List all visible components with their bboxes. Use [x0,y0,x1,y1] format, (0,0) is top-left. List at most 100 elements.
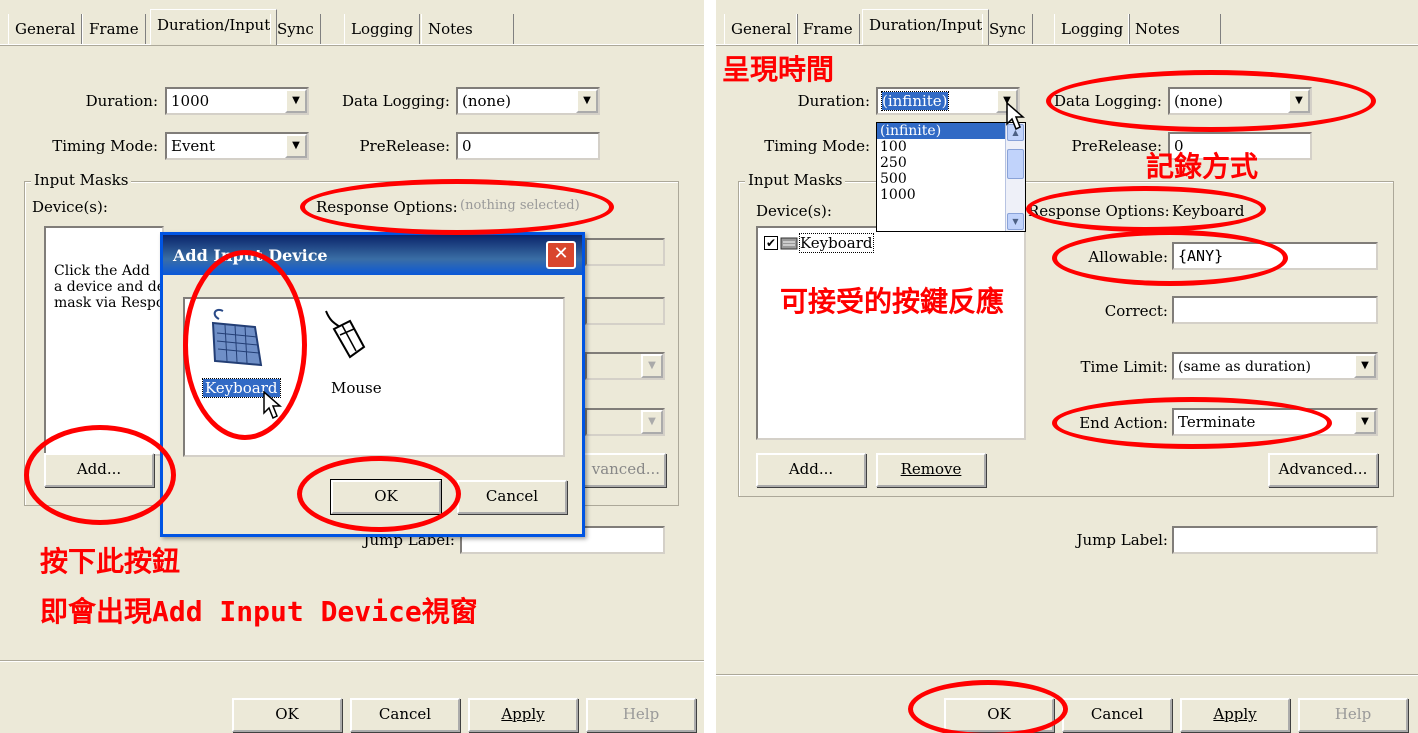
cancel-button[interactable]: Cancel [1062,698,1172,732]
timing-mode-value: Event [171,137,215,155]
response-options-value: (nothing selected) [460,198,580,213]
duration-value: (infinite) [881,91,949,111]
annotation-add-button: 按下此按鈕 [40,545,181,578]
dialog-ok-button[interactable]: OK [330,479,442,515]
duration-label: Duration: [85,92,158,110]
jump-label-input[interactable] [1172,526,1378,554]
keyboard-device-item[interactable]: Keyboard [799,233,874,253]
keyboard-icon[interactable] [205,305,265,379]
end-action-combo: ▼ [585,408,665,436]
response-options-label: Response Options: [1028,202,1170,220]
chevron-down-icon[interactable]: ▼ [1354,354,1376,378]
dialog-title: Add Input Device [173,246,328,265]
mouse-option[interactable]: Mouse [329,379,384,397]
close-icon[interactable]: ✕ [546,241,576,269]
help-button[interactable]: Help [586,698,696,732]
right-properties-panel: General Frame Duration/Input Sync Loggin… [716,0,1418,733]
correct-input[interactable] [1172,296,1378,324]
duration-option[interactable]: 100 [877,139,1025,155]
tab-logging[interactable]: Logging [344,14,421,44]
tab-general[interactable]: General [724,14,799,44]
cancel-button[interactable]: Cancel [350,698,460,732]
chevron-down-icon[interactable]: ▼ [285,89,307,113]
dialog-cancel-button[interactable]: Cancel [457,480,567,514]
keyboard-checkbox[interactable]: ✔ [764,236,778,250]
timing-mode-label: Timing Mode: [764,137,870,155]
annotation-add-dialog: 即會出現Add Input Device視窗 [40,595,478,628]
ok-button[interactable]: OK [232,698,342,732]
left-properties-panel: General Frame Duration/Input Sync Loggin… [0,0,704,733]
end-action-label: End Action: [1079,414,1168,432]
tab-duration-input[interactable]: Duration/Input [150,9,278,45]
duration-label: Duration: [797,92,870,110]
chevron-down-icon: ▼ [641,354,663,378]
duration-option[interactable]: 500 [877,171,1025,187]
time-limit-label: Time Limit: [1080,358,1168,376]
device-list[interactable]: ✔ Keyboard [756,226,1026,440]
tab-duration-input[interactable]: Duration/Input [862,9,990,45]
tab-general[interactable]: General [8,14,83,44]
help-text-1: Click the Add [54,263,150,279]
duration-option[interactable]: 1000 [877,187,1025,203]
data-logging-combo[interactable]: (none) ▼ [1168,87,1312,115]
end-action-value: Terminate [1178,413,1256,431]
help-text-2: a device and de [54,279,166,295]
duration-combo[interactable]: (infinite) ▼ [876,87,1020,115]
add-input-device-dialog: Add Input Device ✕ Keyboard Mouse OK Can… [160,232,585,537]
mouse-icon[interactable] [320,307,370,371]
device-picker-list[interactable]: Keyboard Mouse [183,297,565,457]
footer-divider [0,660,704,662]
remove-device-button[interactable]: Remove [876,453,986,487]
timing-mode-label: Timing Mode: [52,137,158,155]
chevron-down-icon[interactable]: ▼ [1354,410,1376,434]
tab-frame[interactable]: Frame [796,14,860,44]
add-device-button[interactable]: Add... [44,453,154,487]
advanced-button[interactable]: vanced... [580,453,666,487]
end-action-combo[interactable]: Terminate ▼ [1172,408,1378,436]
tab-strip-line [716,44,1418,46]
dropdown-scrollbar[interactable]: ▲ ▼ [1005,123,1025,231]
chevron-down-icon[interactable]: ▼ [285,134,307,158]
ok-button[interactable]: OK [944,698,1054,732]
duration-option[interactable]: 250 [877,155,1025,171]
annotation-duration: 呈現時間 [722,53,835,86]
data-logging-value: (none) [462,92,511,110]
data-logging-combo[interactable]: (none) ▼ [456,87,600,115]
add-device-button[interactable]: Add... [756,453,866,487]
arrow-cursor-icon [1006,101,1026,136]
device-list[interactable]: Click the Add a device and de mask via R… [44,226,166,456]
tab-frame[interactable]: Frame [82,14,146,44]
prerelease-input[interactable]: 0 [456,132,600,160]
data-logging-label: Data Logging: [341,92,450,110]
scroll-down-icon[interactable]: ▼ [1007,213,1024,230]
duration-option[interactable]: (infinite) [877,123,1025,139]
time-limit-combo[interactable]: (same as duration) ▼ [1172,352,1378,380]
chevron-down-icon[interactable]: ▼ [576,89,598,113]
correct-input [585,297,665,325]
annotation-logging: 記錄方式 [1146,150,1259,183]
dialog-titlebar: Add Input Device [163,235,582,275]
time-limit-value: (same as duration) [1178,359,1312,375]
tab-notes[interactable]: Notes [1128,14,1221,44]
allowable-label: Allowable: [1088,248,1168,266]
advanced-button[interactable]: Advanced... [1268,453,1378,487]
apply-button[interactable]: Apply [468,698,578,732]
devices-label: Device(s): [32,198,108,216]
help-button[interactable]: Help [1298,698,1408,732]
data-logging-value: (none) [1174,92,1223,110]
scroll-thumb[interactable] [1007,149,1024,179]
tab-sync[interactable]: Sync [982,14,1033,44]
tab-notes[interactable]: Notes [421,14,514,44]
correct-label: Correct: [1104,302,1168,320]
allowable-input[interactable]: {ANY} [1172,242,1378,270]
devices-label: Device(s): [756,202,832,220]
duration-value: 1000 [171,92,210,110]
timing-mode-combo[interactable]: Event ▼ [165,132,309,160]
duration-dropdown-list[interactable]: (infinite) 100 250 500 1000 ▲ ▼ [876,122,1026,232]
footer-divider [716,674,1418,676]
tab-logging[interactable]: Logging [1054,14,1131,44]
chevron-down-icon[interactable]: ▼ [1288,89,1310,113]
duration-combo[interactable]: 1000 ▼ [165,87,309,115]
tab-sync[interactable]: Sync [270,14,321,44]
apply-button[interactable]: Apply [1180,698,1290,732]
